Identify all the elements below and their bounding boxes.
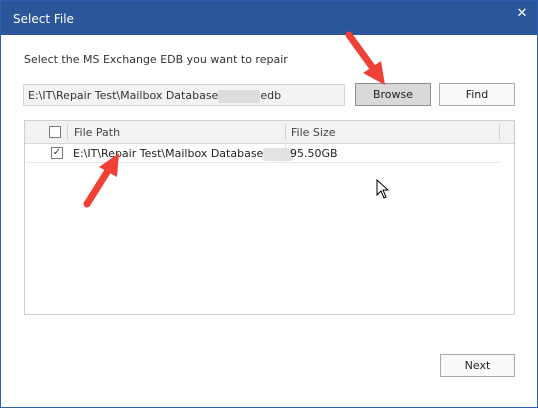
- dialog-title: Select File: [13, 12, 74, 26]
- close-icon[interactable]: ✕: [513, 5, 531, 23]
- next-button[interactable]: Next: [440, 354, 515, 377]
- select-file-dialog: Select File ✕ Select the MS Exchange EDB…: [0, 0, 538, 408]
- column-divider: [285, 144, 286, 162]
- row-file-size: 95.50GB: [290, 147, 338, 160]
- row-checkbox[interactable]: ✓: [51, 147, 63, 159]
- path-field-suffix: edb: [260, 89, 282, 102]
- instruction-label: Select the MS Exchange EDB you want to r…: [24, 53, 288, 66]
- file-list-header: File Path File Size: [25, 121, 514, 144]
- title-bar: Select File ✕: [1, 1, 537, 35]
- path-field-prefix: E:\IT\Repair Test\Mailbox Database: [28, 89, 219, 102]
- select-all-checkbox[interactable]: [49, 126, 61, 138]
- column-divider: [67, 124, 68, 140]
- redacted-filename: [263, 147, 294, 161]
- column-divider: [499, 124, 500, 140]
- column-header-file-size[interactable]: File Size: [291, 126, 335, 139]
- mouse-cursor-icon: [376, 179, 390, 199]
- red-arrow-annotation: [345, 31, 385, 85]
- column-header-file-path[interactable]: File Path: [74, 126, 120, 139]
- column-divider: [285, 124, 286, 140]
- edb-path-field[interactable]: E:\IT\Repair Test\Mailbox Database edb: [23, 84, 345, 106]
- red-arrow-annotation: [83, 153, 119, 208]
- find-button[interactable]: Find: [439, 83, 515, 106]
- redacted-filename: [218, 89, 261, 103]
